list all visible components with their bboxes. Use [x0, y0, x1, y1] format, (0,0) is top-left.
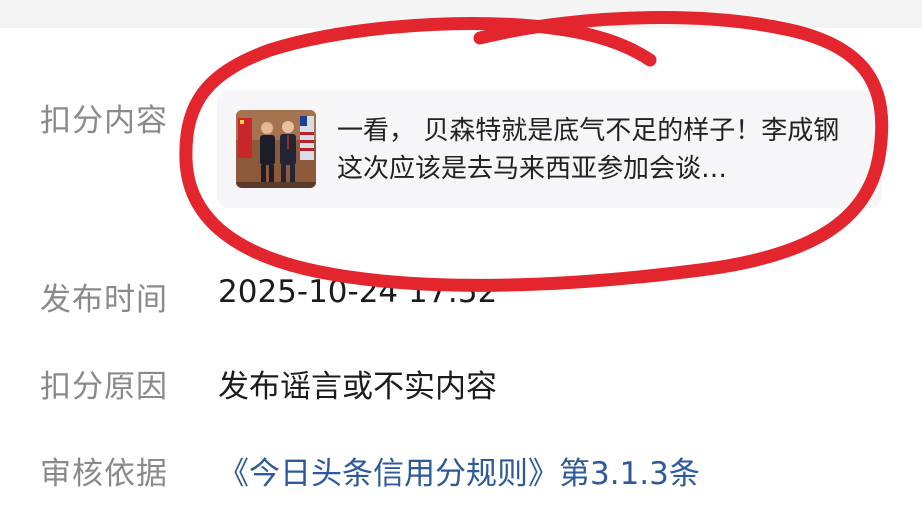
publish-time-label: 发布时间 [40, 282, 168, 318]
post-card[interactable]: 一看， 贝森特就是底气不足的样子！李成钢这次应该是去马来西亚参加会谈… [217, 90, 882, 208]
publish-time-value: 2025-10-24 17:52 [218, 274, 498, 310]
photo-icon [236, 110, 316, 188]
post-thumbnail [236, 110, 316, 188]
review-basis-row: 审核依据 《今日头条信用分规则》第3.1.3条 [0, 434, 922, 504]
deduction-reason-label: 扣分原因 [40, 369, 168, 405]
deduction-content-row: 扣分内容 一看， 贝森特就是底气不足的样子！李成钢这次应该是去马来西亚参加会谈… [0, 0, 922, 240]
deduction-reason-row: 扣分原因 发布谣言或不实内容 [0, 347, 922, 417]
deduction-reason-value: 发布谣言或不实内容 [218, 369, 497, 405]
post-snippet: 一看， 贝森特就是底气不足的样子！李成钢这次应该是去马来西亚参加会谈… [337, 116, 840, 184]
deduction-content-label: 扣分内容 [40, 103, 168, 139]
review-basis-label: 审核依据 [40, 456, 168, 492]
publish-time-row: 发布时间 2025-10-24 17:52 [0, 260, 922, 330]
review-basis-link[interactable]: 《今日头条信用分规则》第3.1.3条 [218, 448, 700, 493]
